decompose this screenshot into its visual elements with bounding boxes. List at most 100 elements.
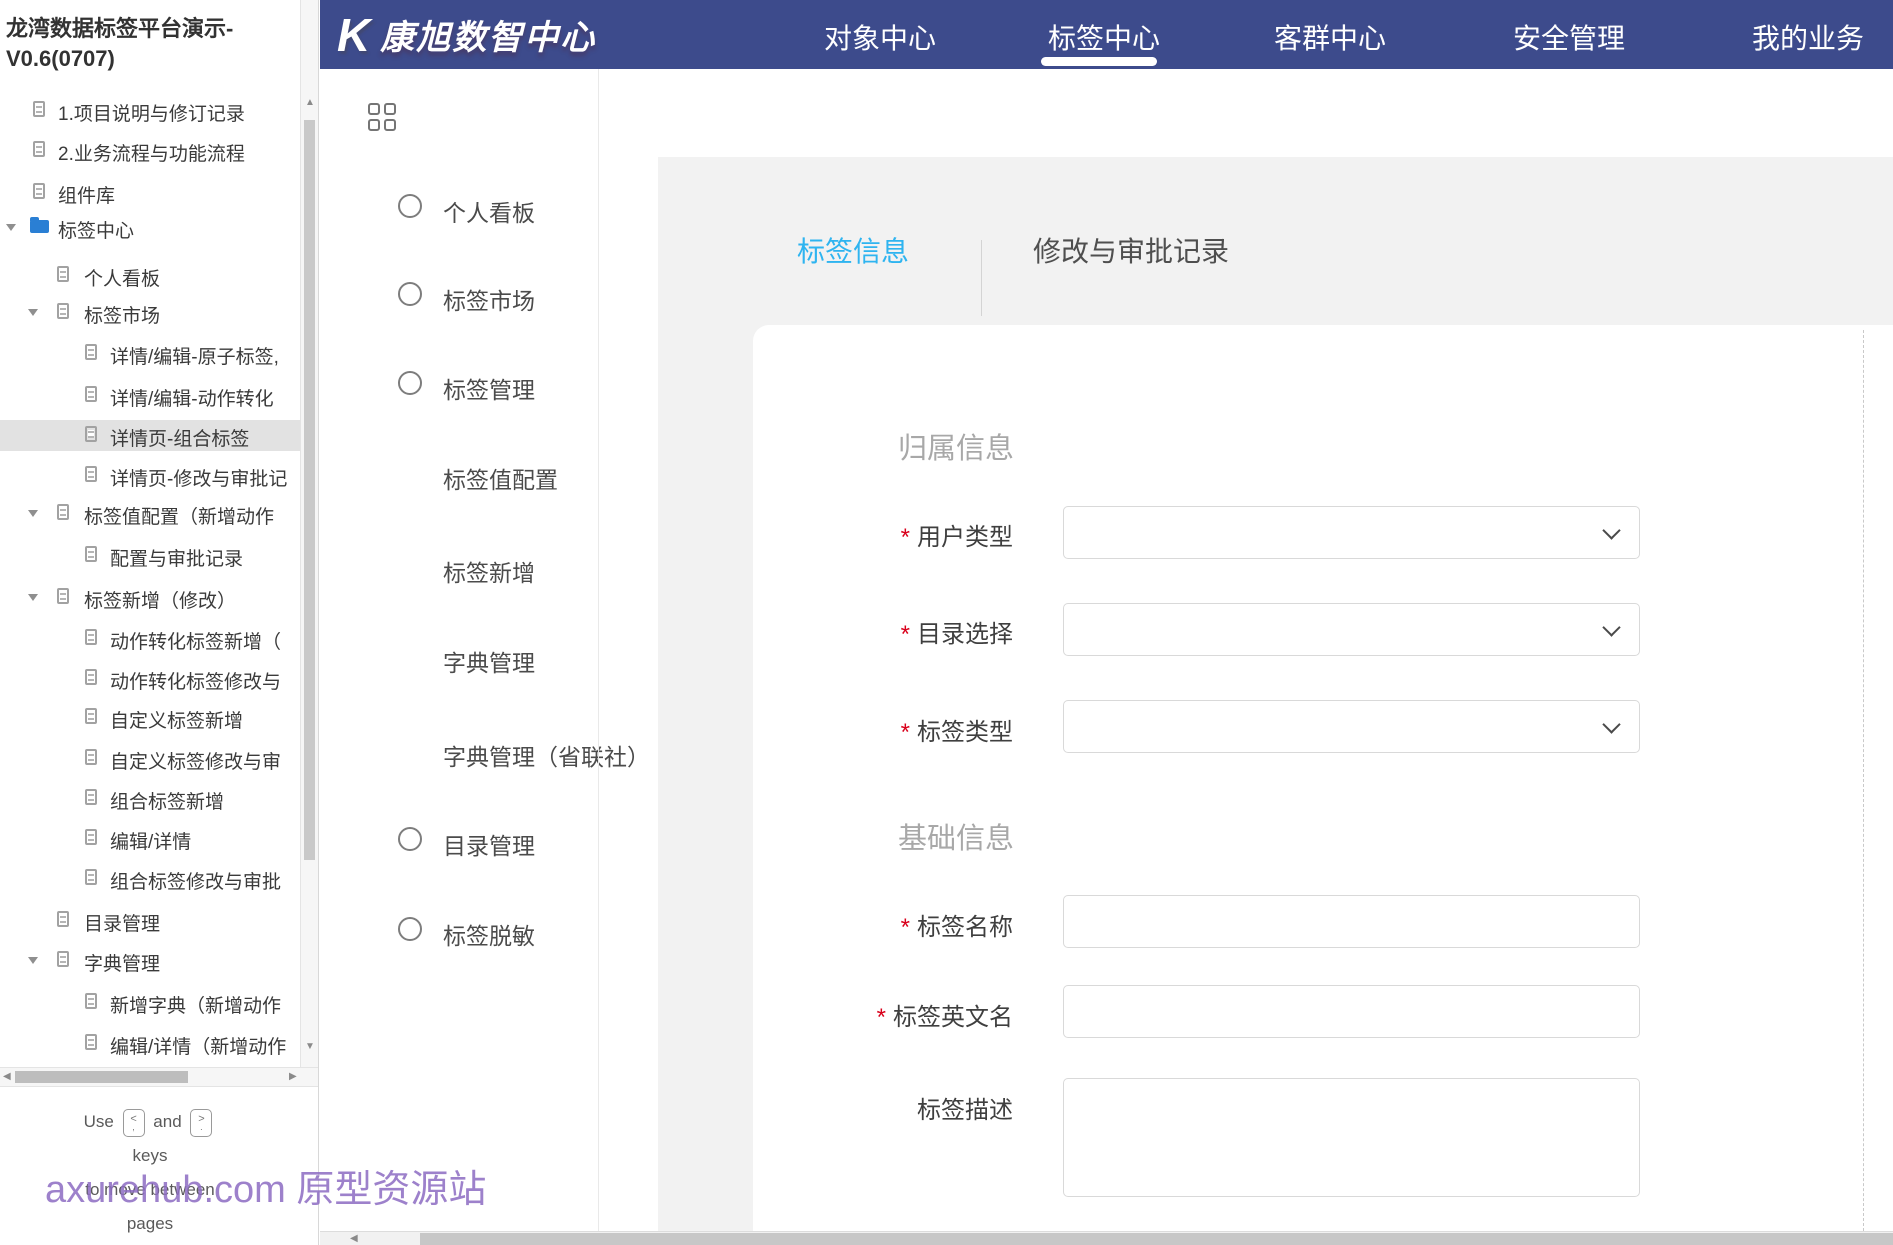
tree-item-combined-tag-add[interactable]: 组合标签新增 [0, 783, 300, 814]
tab-audit-record[interactable]: 修改与审批记录 [1033, 236, 1229, 268]
tree-item-personal-board[interactable]: 个人看板 [0, 260, 300, 291]
tab-divider [981, 240, 982, 316]
input-tag-name[interactable] [1063, 895, 1640, 948]
menu-circle-icon [398, 371, 422, 395]
page-icon [85, 344, 97, 360]
scroll-left-icon[interactable]: ◀ [3, 1072, 11, 1082]
page-icon [85, 993, 97, 1009]
dashboard-grid-icon[interactable] [368, 103, 397, 132]
label-tag-type: * 标签类型 [900, 719, 1013, 746]
tree-item-component-lib[interactable]: 组件库 [0, 177, 300, 208]
tree-item-detail-atomic[interactable]: 详情/编辑-原子标签, [0, 338, 300, 369]
select-tag-type[interactable] [1063, 700, 1640, 753]
page-icon [57, 303, 69, 319]
label-tag-desc: 标签描述 [917, 1097, 1013, 1124]
nav-security-mgmt[interactable]: 安全管理 [1513, 17, 1625, 57]
logo-k-icon: K [337, 8, 371, 61]
menu-tag-add[interactable]: 标签新增 [320, 552, 598, 586]
tree-item-custom-tag-edit[interactable]: 自定义标签修改与审 [0, 743, 300, 774]
brand-logo[interactable]: K 康旭数智中心 [337, 0, 596, 69]
key-comma-icon: <, [122, 1108, 145, 1137]
tree-item-action-tag-add[interactable]: 动作转化标签新增（ [0, 623, 300, 654]
tree-item-action-tag-edit[interactable]: 动作转化标签修改与 [0, 663, 300, 694]
page-icon [85, 749, 97, 765]
page-icon [33, 141, 45, 157]
required-asterisk: * [900, 719, 910, 746]
menu-tag-mgmt[interactable]: 标签管理 [320, 369, 598, 403]
tree-item-detail-audit[interactable]: 详情页-修改与审批记 [0, 460, 300, 491]
tree-item-tag-value-config[interactable]: 标签值配置（新增动作 [0, 498, 300, 529]
required-asterisk: * [900, 621, 910, 648]
page-icon [85, 1034, 97, 1050]
tree-item-config-audit-record[interactable]: 配置与审批记录 [0, 540, 300, 571]
tree-item-edit-detail[interactable]: 编辑/详情 [0, 823, 300, 854]
sitemap-horizontal-scrollbar[interactable]: ◀ ▶ [0, 1067, 318, 1087]
textarea-tag-desc[interactable] [1063, 1078, 1640, 1197]
page-icon [85, 466, 97, 482]
content-horizontal-scrollbar[interactable]: ◀ [320, 1231, 1893, 1245]
scroll-up-icon[interactable]: ▲ [305, 98, 315, 108]
nav-my-business[interactable]: 我的业务 [1752, 17, 1864, 57]
tree-item-tag-center[interactable]: 标签中心 [0, 212, 300, 243]
menu-dict-mgmt-province[interactable]: 字典管理（省联社） [320, 736, 650, 770]
select-catalog[interactable] [1063, 603, 1640, 656]
panel-divider [318, 0, 319, 1245]
key-period-icon: >. [190, 1108, 213, 1137]
page-boundary-dashed-line [1863, 330, 1864, 1231]
select-user-type[interactable] [1063, 506, 1640, 559]
required-asterisk: * [900, 914, 910, 941]
menu-tag-market[interactable]: 标签市场 [320, 280, 598, 314]
page-icon [85, 829, 97, 845]
page-icon [85, 386, 97, 402]
page-icon [85, 869, 97, 885]
menu-personal-board[interactable]: 个人看板 [320, 192, 598, 226]
active-nav-indicator [1041, 57, 1157, 66]
menu-catalog-mgmt[interactable]: 目录管理 [320, 825, 598, 859]
menu-circle-icon [398, 917, 422, 941]
tree-item-project-notes[interactable]: 1.项目说明与修订记录 [0, 95, 300, 126]
scroll-left-icon[interactable]: ◀ [350, 1234, 358, 1244]
screenshot-root: 龙湾数据标签平台演示-V0.6(0707) 1.项目说明与修订记录 2.业务流程… [0, 0, 1893, 1245]
hint-use: Use [83, 1112, 114, 1131]
tree-item-business-flow[interactable]: 2.业务流程与功能流程 [0, 135, 300, 166]
expand-triangle-icon[interactable] [28, 957, 38, 964]
tree-item-tag-market[interactable]: 标签市场 [0, 297, 300, 328]
tree-item-dict-mgmt[interactable]: 字典管理 [0, 945, 300, 976]
page-icon [57, 951, 69, 967]
nav-tag-center[interactable]: 标签中心 [1048, 17, 1160, 57]
tree-item-tag-add[interactable]: 标签新增（修改） [0, 582, 300, 613]
tree-item-catalog-mgmt[interactable]: 目录管理 [0, 905, 300, 936]
scrollbar-thumb[interactable] [15, 1071, 188, 1083]
scrollbar-thumb[interactable] [420, 1233, 1893, 1245]
menu-circle-icon [398, 194, 422, 218]
scrollbar-thumb[interactable] [304, 120, 315, 860]
project-title: 龙湾数据标签平台演示-V0.6(0707) [6, 16, 234, 71]
expand-triangle-icon[interactable] [28, 309, 38, 316]
page-icon [85, 789, 97, 805]
expand-triangle-icon[interactable] [28, 594, 38, 601]
page-icon [33, 101, 45, 117]
menu-circle-icon [398, 827, 422, 851]
expand-triangle-icon[interactable] [28, 510, 38, 517]
nav-customer-center[interactable]: 客群中心 [1274, 17, 1386, 57]
tree-item-dict-add[interactable]: 新增字典（新增动作 [0, 987, 300, 1018]
tree-item-custom-tag-add[interactable]: 自定义标签新增 [0, 702, 300, 733]
expand-triangle-icon[interactable] [6, 224, 16, 231]
tree-item-detail-combined-selected[interactable]: 详情页-组合标签 [0, 420, 300, 451]
section-title-basic: 基础信息 [898, 823, 1015, 855]
menu-tag-desensitize[interactable]: 标签脱敏 [320, 915, 598, 949]
scroll-right-icon[interactable]: ▶ [289, 1072, 297, 1082]
page-icon [33, 183, 45, 199]
nav-object-center[interactable]: 对象中心 [824, 17, 936, 57]
tree-item-dict-edit[interactable]: 编辑/详情（新增动作 [0, 1028, 300, 1059]
menu-tag-value-config[interactable]: 标签值配置 [320, 459, 598, 493]
tab-tag-info[interactable]: 标签信息 [797, 236, 909, 268]
input-tag-en-name[interactable] [1063, 985, 1640, 1038]
tree-item-detail-action[interactable]: 详情/编辑-动作转化 [0, 380, 300, 411]
menu-dict-mgmt[interactable]: 字典管理 [320, 642, 598, 676]
tree-item-combined-tag-edit[interactable]: 组合标签修改与审批 [0, 863, 300, 894]
page-icon [85, 426, 97, 442]
required-asterisk: * [876, 1004, 886, 1031]
scroll-down-icon[interactable]: ▼ [305, 1042, 315, 1052]
sitemap-vertical-scrollbar[interactable]: ▲ ▼ [300, 0, 318, 1067]
